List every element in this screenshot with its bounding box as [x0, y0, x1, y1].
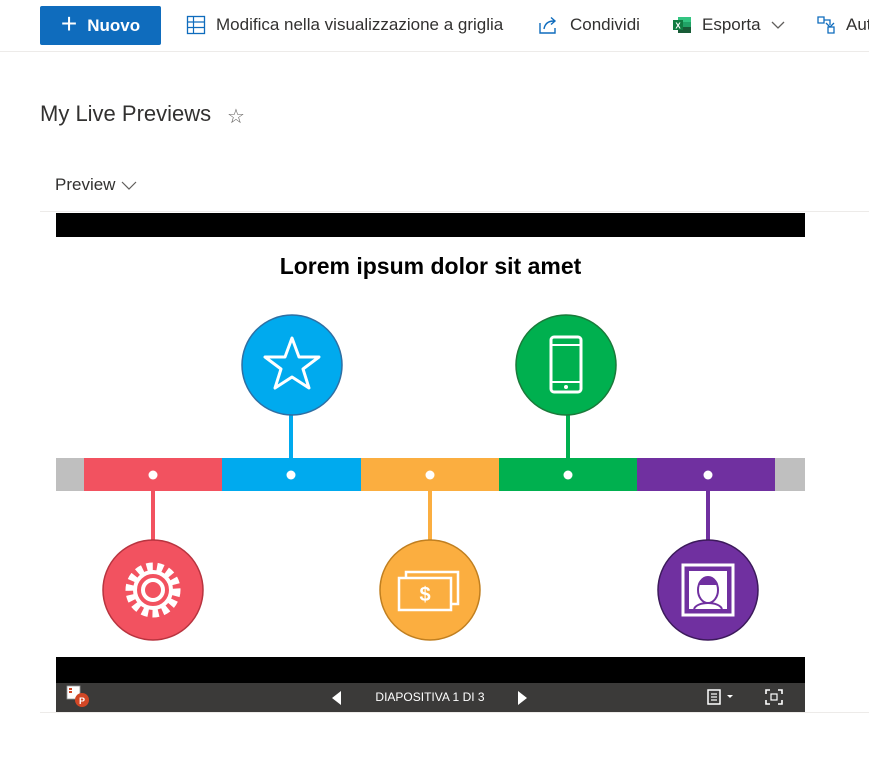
timeline-end-left	[56, 458, 84, 491]
chevron-down-icon	[122, 181, 137, 190]
timeline-infographic: $	[56, 314, 805, 641]
slide-viewer[interactable]: Lorem ipsum dolor sit amet $ P DIAPOSITI…	[56, 213, 805, 712]
edit-grid-view-label: Modifica nella visualizzazione a griglia	[216, 15, 504, 34]
chevron-down-icon	[771, 21, 785, 29]
excel-icon: X	[673, 17, 691, 33]
powerpoint-icon[interactable]: P	[66, 685, 92, 709]
share-icon	[539, 16, 557, 34]
timeline-dot	[286, 470, 296, 480]
next-slide-button[interactable]	[518, 691, 527, 705]
column-divider	[40, 211, 869, 212]
plus-icon: +	[60, 8, 78, 39]
timeline-dot	[703, 470, 713, 480]
timeline-dot	[148, 470, 158, 480]
svg-text:P: P	[79, 696, 85, 706]
new-button[interactable]: + Nuovo	[40, 6, 161, 45]
timeline-dot	[563, 470, 573, 480]
row-divider	[40, 712, 869, 713]
column-header-label: Preview	[55, 175, 116, 194]
edit-grid-view-button[interactable]: Modifica nella visualizzazione a griglia	[186, 0, 503, 50]
money-icon: $	[379, 539, 481, 641]
page-title: My Live Previews	[40, 101, 212, 126]
viewer-toolbar: P DIAPOSITIVA 1 DI 3	[56, 683, 805, 712]
timeline-dot	[425, 470, 435, 480]
fullscreen-icon[interactable]	[765, 689, 783, 705]
column-header-preview[interactable]: Preview	[55, 175, 137, 195]
svg-text:$: $	[419, 584, 430, 606]
previous-slide-button[interactable]	[332, 691, 341, 705]
automate-button[interactable]: Aut	[816, 0, 869, 50]
person-portrait-icon	[657, 539, 759, 641]
share-button[interactable]: Condividi	[538, 0, 640, 50]
grid-icon	[186, 15, 206, 35]
notes-icon[interactable]	[707, 689, 737, 705]
export-button[interactable]: X Esporta	[672, 0, 785, 50]
star-icon	[241, 314, 343, 416]
automate-icon	[817, 16, 835, 34]
slide: Lorem ipsum dolor sit amet $	[56, 237, 805, 657]
slide-counter: DIAPOSITIVA 1 DI 3	[375, 690, 485, 704]
export-label: Esporta	[702, 15, 761, 34]
gear-icon	[102, 539, 204, 641]
share-label: Condividi	[570, 15, 640, 34]
svg-text:X: X	[675, 22, 681, 31]
new-button-label: Nuovo	[87, 15, 141, 35]
command-bar: + Nuovo Modifica nella visualizzazione a…	[0, 0, 869, 52]
timeline-end-right	[775, 458, 805, 491]
star-outline-icon[interactable]: ☆	[227, 104, 245, 129]
automate-label: Aut	[846, 15, 869, 34]
phone-icon	[515, 314, 617, 416]
